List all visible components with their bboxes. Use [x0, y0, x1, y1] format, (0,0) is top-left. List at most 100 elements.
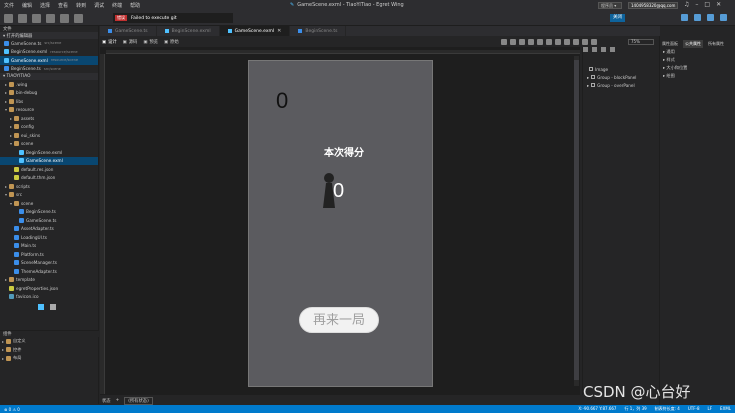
- settings-icon[interactable]: [720, 14, 727, 21]
- tree-item[interactable]: ▾ scene: [0, 199, 98, 208]
- editor-tab[interactable]: GameScene.exml ✕: [219, 26, 291, 36]
- eye-icon[interactable]: [519, 39, 525, 45]
- tree-item[interactable]: ▸ template: [0, 276, 98, 285]
- tree-item[interactable]: SceneManager.ts: [0, 259, 98, 268]
- menu-item[interactable]: 编辑: [18, 2, 36, 9]
- tree-item[interactable]: default.thm.json: [0, 174, 98, 183]
- component-group[interactable]: ▸ 控件: [0, 346, 99, 355]
- score-title[interactable]: 本次得分: [314, 144, 374, 159]
- menu-item[interactable]: 转到: [72, 2, 90, 9]
- layer-down-icon[interactable]: [592, 47, 597, 52]
- save-all-icon[interactable]: [32, 14, 41, 23]
- toast-close-button[interactable]: 关闭: [610, 14, 625, 22]
- design-tab[interactable]: ▣ 原始: [164, 39, 179, 46]
- mode-select[interactable]: 程序员 ▾: [598, 2, 622, 9]
- project-header[interactable]: ▾ TIAOYITIAO: [0, 73, 98, 80]
- tree-item[interactable]: ThemeAdapter.ts: [0, 267, 98, 276]
- tree-item[interactable]: Platform.ts: [0, 250, 98, 259]
- component-group[interactable]: ▸ 自定义: [0, 337, 99, 346]
- properties-tab[interactable]: 属性面板: [660, 40, 680, 48]
- menu-item[interactable]: 终端: [108, 2, 126, 9]
- tree-item[interactable]: ▸ assets: [0, 114, 98, 123]
- layer-delete-icon[interactable]: [610, 47, 615, 52]
- retry-button[interactable]: 再来一局: [299, 307, 379, 333]
- close-window-icon[interactable]: ✕: [716, 1, 721, 9]
- build-icon[interactable]: [46, 14, 55, 23]
- grid-icon[interactable]: [546, 39, 552, 45]
- menu-item[interactable]: 帮助: [126, 2, 144, 9]
- design-tab[interactable]: ▣ 预览: [143, 39, 158, 46]
- magnet-icon[interactable]: [537, 39, 543, 45]
- tree-item[interactable]: ▾ src: [0, 191, 98, 200]
- tree-item[interactable]: GameScene.exml: [0, 156, 98, 165]
- tree-item[interactable]: favicon.ico: [0, 293, 98, 302]
- eol-setting[interactable]: LF: [708, 406, 713, 412]
- all-states-tab[interactable]: (所有状态): [124, 396, 153, 405]
- refresh-icon[interactable]: [50, 304, 56, 310]
- refresh-view-icon[interactable]: [510, 39, 516, 45]
- open-editor-item[interactable]: BeginScene.ts src/scene: [0, 65, 98, 74]
- tree-item[interactable]: ▸ config: [0, 123, 98, 132]
- tree-item[interactable]: ▸ bin-debug: [0, 89, 98, 98]
- tree-item[interactable]: LoadingUI.ts: [0, 233, 98, 242]
- scrollbar-thumb[interactable]: [574, 60, 579, 380]
- property-group[interactable]: ▸ 大小和位置: [660, 64, 735, 72]
- menu-item[interactable]: 查看: [54, 2, 72, 9]
- property-group[interactable]: ▸ 通用: [660, 48, 735, 56]
- open-editor-item[interactable]: GameScene.exml resource/scene: [0, 56, 98, 65]
- add-state-button[interactable]: +: [116, 398, 120, 403]
- tree-item[interactable]: ▸ scripts: [0, 182, 98, 191]
- layer-up-icon[interactable]: [583, 47, 588, 52]
- tree-item[interactable]: ▸ libs: [0, 97, 98, 106]
- tree-item[interactable]: Main.ts: [0, 242, 98, 251]
- tree-item[interactable]: ▸ .wing: [0, 80, 98, 89]
- tree-item[interactable]: ▾ resource: [0, 106, 98, 115]
- property-group[interactable]: ▸ 绘图: [660, 72, 735, 80]
- bell-icon[interactable]: ♫: [684, 1, 689, 9]
- tree-item[interactable]: AssetAdapter.ts: [0, 225, 98, 234]
- align-icon[interactable]: [528, 39, 534, 45]
- editor-tab[interactable]: GameScene.ts: [100, 26, 157, 36]
- editor-tab[interactable]: BeginScene.ts: [290, 26, 347, 36]
- layout-bottom-icon[interactable]: [694, 14, 701, 21]
- menu-item[interactable]: 选择: [36, 2, 54, 9]
- close-icon[interactable]: ✕: [277, 28, 281, 34]
- final-score-label[interactable]: 0: [333, 180, 353, 206]
- editor-tab[interactable]: BeginScene.exml: [156, 26, 220, 36]
- encoding-setting[interactable]: UTF-8: [688, 406, 700, 412]
- snap-icon[interactable]: [555, 39, 561, 45]
- tree-item[interactable]: ▸ eui_skins: [0, 131, 98, 140]
- tree-item[interactable]: ▾ scene: [0, 140, 98, 149]
- zoom-select[interactable]: 75%: [628, 39, 654, 45]
- layer-item[interactable]: ▸ Group - overPanel: [587, 81, 636, 89]
- property-group[interactable]: ▸ 样式: [660, 56, 735, 64]
- component-group[interactable]: ▸ 布局: [0, 354, 99, 363]
- score-label[interactable]: 0: [276, 88, 298, 118]
- layout-left-icon[interactable]: [681, 14, 688, 21]
- menu-item[interactable]: 文件: [0, 2, 18, 9]
- properties-tab[interactable]: 所有属性: [706, 40, 726, 48]
- zoom-out-icon[interactable]: [573, 39, 579, 45]
- account-button[interactable]: 1404958320@qq.com: [628, 2, 678, 9]
- maximize-icon[interactable]: □: [704, 1, 710, 9]
- layer-item[interactable]: Image: [587, 65, 636, 73]
- open-editor-item[interactable]: GameScene.ts src/scene: [0, 39, 98, 48]
- layout-right-icon[interactable]: [707, 14, 714, 21]
- new-file-icon[interactable]: [4, 14, 13, 23]
- indent-setting[interactable]: 制表符长度: 4: [655, 406, 680, 412]
- tree-item[interactable]: default.res.json: [0, 165, 98, 174]
- hand-icon[interactable]: [501, 39, 507, 45]
- debug-icon[interactable]: [60, 14, 69, 23]
- minimize-icon[interactable]: –: [695, 1, 698, 9]
- layer-item[interactable]: ▸ Group - blockPanel: [587, 73, 636, 81]
- zoom-in-icon[interactable]: [582, 39, 588, 45]
- collapse-icon[interactable]: [38, 304, 44, 310]
- design-tab[interactable]: ▣ 源码: [123, 39, 138, 46]
- tree-item[interactable]: GameScene.ts: [0, 216, 98, 225]
- save-icon[interactable]: [18, 14, 27, 23]
- design-tab[interactable]: ▣ 设计: [102, 39, 117, 46]
- language-mode[interactable]: EXML: [720, 406, 731, 412]
- open-editors-header[interactable]: ▾ 打开的编辑器: [0, 32, 98, 39]
- run-icon[interactable]: [74, 14, 83, 23]
- cursor-position[interactable]: 行 1，列 39: [624, 406, 646, 412]
